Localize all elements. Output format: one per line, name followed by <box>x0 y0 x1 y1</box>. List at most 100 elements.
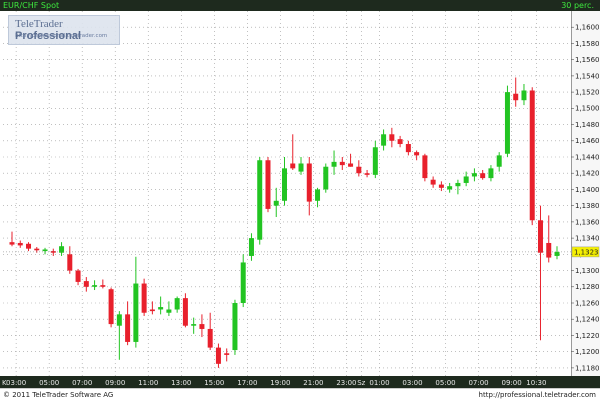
candle-down <box>199 324 205 329</box>
candle-down <box>34 248 40 251</box>
current-price-label: 1,1323 <box>574 248 599 256</box>
logo-name-light: TeleTrader <box>15 18 63 30</box>
candle-down <box>513 93 519 101</box>
candle-down <box>17 242 23 246</box>
time-tick-label: 19:00 <box>270 379 290 387</box>
candle-up <box>372 147 378 175</box>
candle-up <box>232 303 238 351</box>
candle-down <box>306 163 312 202</box>
candle-up <box>116 314 122 326</box>
candle-up <box>496 155 502 167</box>
candle-down <box>405 144 411 153</box>
price-tick-label: 1,1240 <box>575 316 600 324</box>
price-tick-label: 1,1260 <box>575 299 600 307</box>
time-tick-label: 23:00 <box>336 379 356 387</box>
candle-up <box>331 161 337 167</box>
candle-down <box>149 309 155 312</box>
time-tick-label: 05:00 <box>39 379 59 387</box>
price-tick-label: 1,1380 <box>575 202 600 210</box>
candle-down <box>67 254 73 271</box>
time-tick-label: 13:00 <box>171 379 191 387</box>
candle-down <box>546 242 552 258</box>
price-tick-label: 1,1540 <box>575 72 600 80</box>
candle-down <box>430 179 436 185</box>
price-tick-label: 1,1520 <box>575 89 600 97</box>
candle-up <box>240 262 246 303</box>
candle-up <box>488 168 494 179</box>
candle-down <box>108 289 114 325</box>
candle-down <box>339 161 345 166</box>
price-tick-label: 1,1420 <box>575 170 600 178</box>
price-tick-label: 1,1480 <box>575 121 600 129</box>
candle-up <box>158 307 164 310</box>
candle-down <box>125 314 131 342</box>
time-tick-label: 07:00 <box>468 379 488 387</box>
candle-up <box>282 168 287 201</box>
candle-down <box>397 139 403 145</box>
candlestick-chart: 1,1180 1,1200 1,1220 1,1240 1,1260 1,1280 1,13… <box>2 11 600 387</box>
price-tick-label: 1,1440 <box>575 153 600 161</box>
time-tick-label: 03:00 <box>6 379 26 387</box>
price-tick-label: 1,1600 <box>575 24 600 32</box>
price-tick-label: 1,1400 <box>575 186 600 194</box>
chart-window: EUR/CHF Spot 30 perc. 1,1180 1,1200 1,1220… <box>0 0 600 401</box>
candle-up <box>554 251 560 256</box>
time-axis-start-label: K <box>2 379 7 387</box>
candle-down <box>141 283 147 313</box>
price-tick-label: 1,1340 <box>575 235 600 243</box>
candle-up <box>133 283 139 342</box>
candle-down <box>480 173 486 179</box>
candle-up <box>504 92 510 154</box>
candle-up <box>257 160 263 240</box>
time-tick-label: 21:00 <box>303 379 323 387</box>
time-tick-label: Sz <box>357 379 365 387</box>
price-tick-label: 1,1460 <box>575 137 600 145</box>
logo-url: http://professional.teletrader.com <box>15 33 108 39</box>
price-tick-label: 1,1360 <box>575 218 600 226</box>
candle-down <box>389 134 395 141</box>
candle-down <box>265 160 271 209</box>
copyright-text: © 2011 TeleTrader Software AG <box>3 391 114 399</box>
candle-down <box>9 242 15 245</box>
candle-down <box>224 353 230 355</box>
candle-down <box>207 328 213 348</box>
candle-up <box>248 238 254 256</box>
candle-up <box>298 163 304 172</box>
time-tick-label: 09:00 <box>105 379 125 387</box>
time-tick-label: 17:00 <box>237 379 257 387</box>
candle-up <box>191 324 197 326</box>
candle-up <box>174 298 180 310</box>
candle-down <box>100 285 106 287</box>
candle-up <box>447 186 453 190</box>
candle-down <box>215 347 221 364</box>
price-tick-label: 1,1500 <box>575 105 600 113</box>
candle-down <box>364 173 370 175</box>
candle-down <box>438 184 444 188</box>
candle-down <box>529 90 535 221</box>
candle-up <box>315 189 321 201</box>
candle-up <box>42 249 48 252</box>
candle-down <box>182 298 188 326</box>
time-tick-label: 09:00 <box>501 379 521 387</box>
candle-up <box>521 90 527 101</box>
candle-down <box>83 281 89 287</box>
candle-down <box>422 155 428 179</box>
time-tick-label: 11:00 <box>138 379 158 387</box>
candle-up <box>471 173 477 177</box>
time-tick-label: 07:00 <box>72 379 92 387</box>
price-tick-label: 1,1580 <box>575 40 600 48</box>
price-tick-label: 1,1280 <box>575 283 600 291</box>
time-tick-label: 01:00 <box>369 379 389 387</box>
time-tick-label: 15:00 <box>204 379 224 387</box>
price-tick-label: 1,1560 <box>575 56 600 64</box>
candle-down <box>348 163 354 167</box>
candle-down <box>290 163 296 169</box>
candle-down <box>26 243 32 249</box>
footer-url: http://professional.teletrader.com <box>478 391 596 399</box>
candle-up <box>381 134 387 146</box>
price-tick-label: 1,1180 <box>575 364 600 372</box>
candle-up <box>92 285 98 287</box>
candle-down <box>356 166 362 174</box>
time-tick-label: 10:30 <box>526 379 546 387</box>
price-tick-label: 1,1300 <box>575 267 600 275</box>
